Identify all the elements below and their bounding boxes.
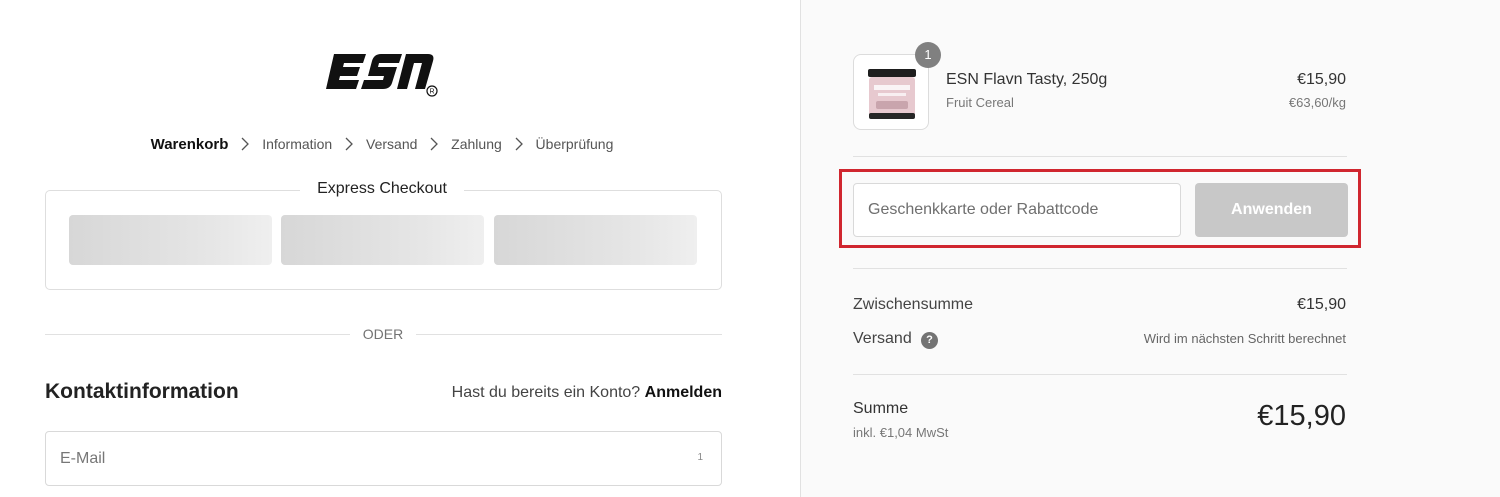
express-checkout-title: Express Checkout: [300, 180, 464, 198]
discount-code-field[interactable]: [853, 183, 1181, 237]
svg-text:R: R: [429, 89, 434, 96]
breadcrumb-step-review: Überprüfung: [535, 136, 614, 153]
breadcrumb-step-information: Information: [262, 136, 333, 153]
chevron-right-icon: [514, 137, 524, 151]
contact-info-heading: Kontaktinformation: [45, 380, 239, 403]
breadcrumb-step-shipping: Versand: [366, 136, 418, 153]
email-input[interactable]: [46, 432, 721, 485]
esn-logo[interactable]: R: [326, 52, 440, 102]
divider-line-left: [45, 334, 350, 335]
quantity-badge: 1: [915, 42, 941, 68]
express-pay-button-3[interactable]: [494, 215, 697, 265]
or-divider-label: ODER: [362, 326, 404, 342]
breadcrumb-step-cart[interactable]: Warenkorb: [151, 136, 229, 153]
discount-code-input[interactable]: [854, 184, 1180, 236]
express-pay-button-2[interactable]: [281, 215, 484, 265]
question-mark-icon[interactable]: ?: [921, 332, 938, 349]
login-prompt: Hast du bereits ein Konto? Anmelden: [452, 384, 722, 402]
chevron-right-icon: [429, 137, 439, 151]
apply-discount-button[interactable]: Anwenden: [1195, 183, 1348, 237]
order-summary-panel: 1 ESN Flavn Tasty, 250g Fruit Cereal €15…: [800, 0, 1500, 497]
product-unit-price: €63,60/kg: [1288, 95, 1346, 110]
breadcrumb: Warenkorb Information Versand Zahlung Üb…: [0, 135, 764, 153]
summary-divider: [853, 374, 1347, 375]
email-field[interactable]: 1: [45, 431, 722, 486]
summary-divider: [853, 268, 1347, 269]
login-link[interactable]: Anmelden: [645, 384, 722, 401]
product-image: [853, 54, 929, 130]
shipping-label: Versand: [853, 330, 912, 347]
subtotal-label: Zwischensumme: [853, 296, 974, 313]
login-prompt-text: Hast du bereits ein Konto?: [451, 384, 641, 401]
chevron-right-icon: [240, 137, 250, 151]
product-variant: Fruit Cereal: [946, 95, 1014, 110]
product-price: €15,90: [1297, 71, 1346, 88]
summary-divider: [853, 156, 1347, 157]
subtotal-value: €15,90: [1297, 296, 1346, 313]
chevron-right-icon: [344, 137, 354, 151]
checkout-main-panel: R Warenkorb Information Versand Zahlung …: [0, 0, 800, 497]
express-pay-button-1[interactable]: [69, 215, 272, 265]
product-name: ESN Flavn Tasty, 250g: [946, 71, 1108, 88]
total-label: Summe: [853, 400, 909, 417]
tax-note: inkl. €1,04 MwSt: [853, 425, 949, 440]
breadcrumb-step-payment: Zahlung: [451, 136, 502, 153]
email-field-marker: 1: [697, 452, 703, 463]
shipping-note: Wird im nächsten Schritt berechnet: [1143, 331, 1346, 346]
total-value: €15,90: [1257, 400, 1346, 432]
divider-line-right: [416, 334, 722, 335]
